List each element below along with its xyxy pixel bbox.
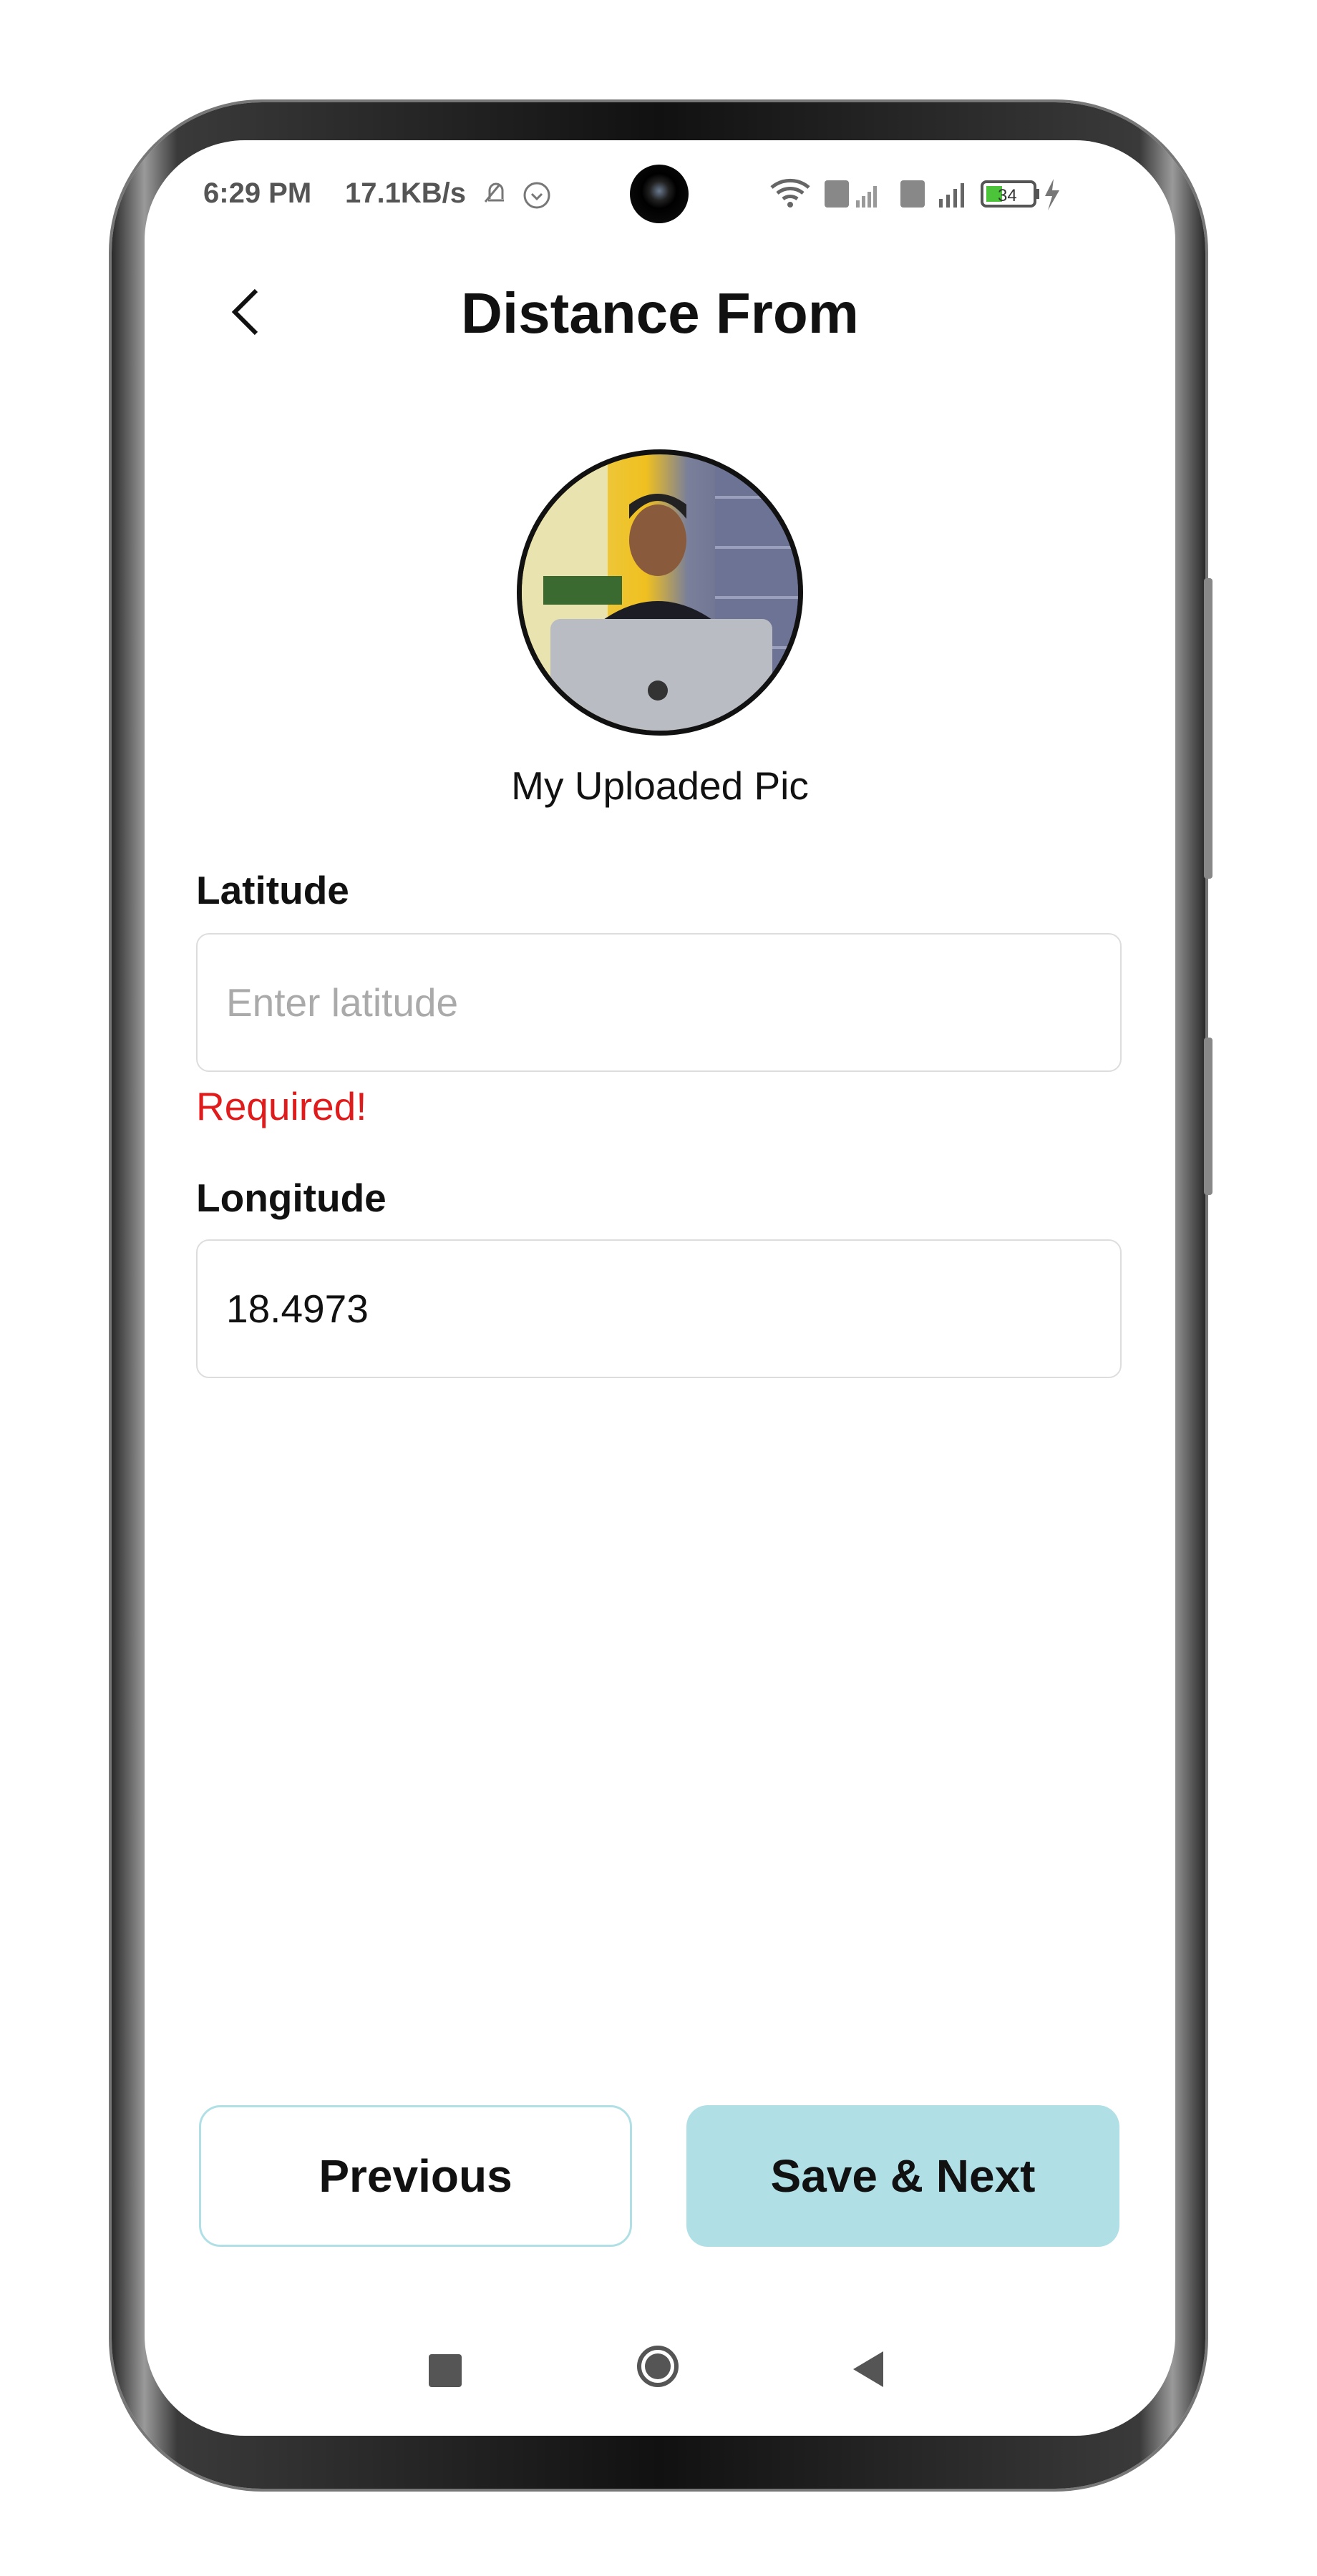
nav-back-icon[interactable]	[850, 2350, 886, 2389]
svg-text:34: 34	[998, 186, 1017, 205]
latitude-error: Required!	[196, 1084, 367, 1128]
status-network-speed: 17.1KB/s	[345, 177, 466, 209]
mute-alarm-icons	[484, 182, 550, 209]
power-button	[1204, 1038, 1212, 1195]
recents-icon[interactable]	[429, 2354, 462, 2387]
volume-button	[1204, 578, 1212, 879]
latitude-input[interactable]: Enter latitude	[196, 933, 1122, 1072]
status-time: 6:29 PM	[203, 177, 312, 209]
avatar[interactable]	[517, 449, 803, 736]
latitude-label: Latitude	[196, 868, 349, 912]
volte-icon	[825, 180, 849, 208]
signal-icon	[856, 186, 877, 208]
front-camera	[630, 165, 689, 223]
previous-button[interactable]: Previous	[199, 2105, 632, 2247]
charging-icon	[1045, 179, 1059, 210]
volte-icon	[900, 180, 925, 208]
latitude-placeholder: Enter latitude	[226, 980, 459, 1025]
wifi-icon	[770, 178, 810, 208]
page-title: Distance From	[461, 281, 859, 345]
save-next-button[interactable]: Save & Next	[686, 2105, 1119, 2247]
longitude-value: 18.4973	[226, 1287, 369, 1331]
avatar-caption: My Uploaded Pic	[511, 763, 809, 808]
screen: 6:29 PM 17.1KB/s 34 Distance From My Upl…	[145, 140, 1175, 2436]
battery-icon: 34	[981, 180, 1039, 208]
signal-4g-icon	[939, 183, 964, 208]
home-icon[interactable]	[637, 2346, 679, 2387]
status-icons: 34	[770, 178, 1059, 210]
longitude-label: Longitude	[196, 1176, 387, 1220]
profile-photo	[522, 454, 798, 731]
longitude-input[interactable]: 18.4973	[196, 1239, 1122, 1378]
